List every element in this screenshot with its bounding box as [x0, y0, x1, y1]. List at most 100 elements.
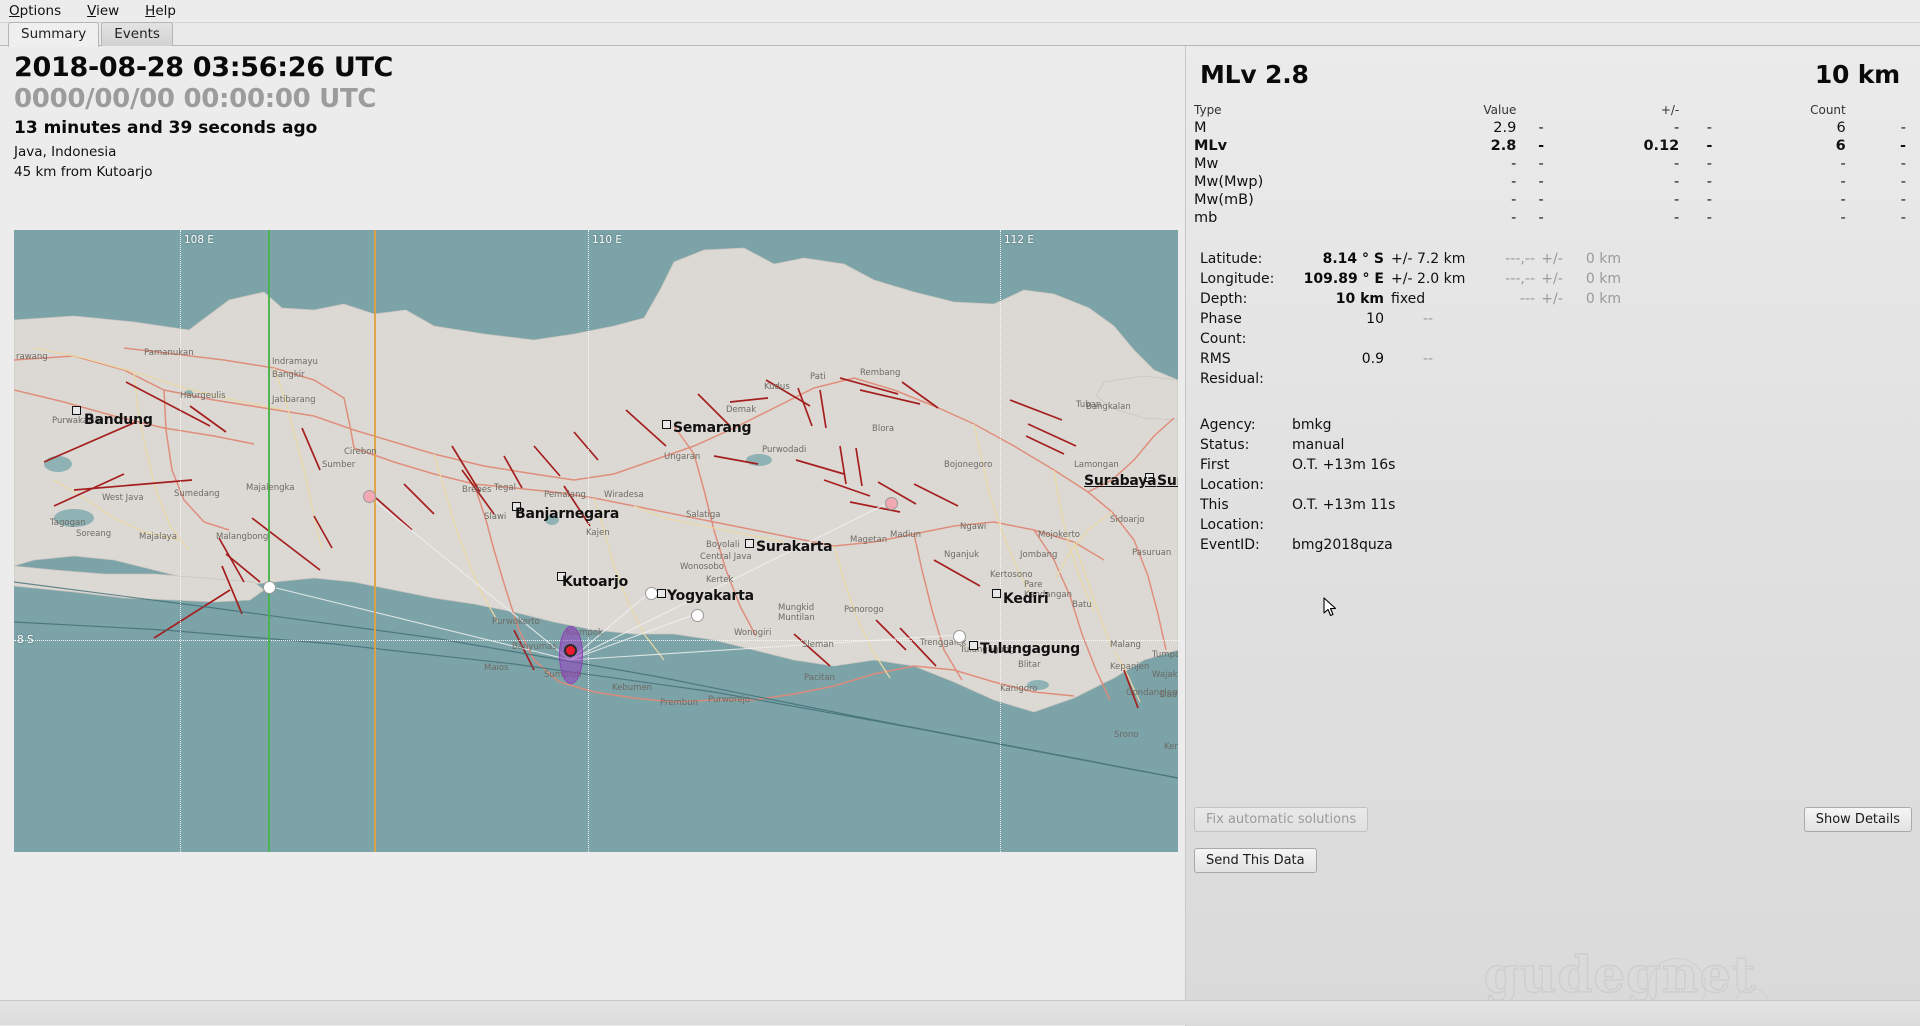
map-town-label: Sumber	[322, 460, 356, 470]
row-rms-residual: RMS Residual: 0.9 --	[1194, 349, 1906, 389]
magnitude-row[interactable]: Mw(mB) - - - - - -	[1194, 191, 1906, 209]
magnitude-row-type: MLv	[1194, 138, 1228, 154]
value-longitude: 109.89 ° E	[1303, 271, 1384, 287]
pm-latitude: +/-	[1541, 251, 1563, 267]
uncertainty-longitude: +/- 2.0 km	[1391, 271, 1466, 287]
map-town-label: Nganjuk	[944, 550, 980, 560]
seiscomp-summary-window: Options View Help Summary Events 2018-08…	[0, 0, 1920, 1026]
label-phase-count: Phase Count:	[1200, 311, 1247, 347]
magnitude-row-count: 6	[1835, 138, 1846, 154]
magnitude-row-type: Mw(mB)	[1194, 192, 1254, 208]
summary-headline: MLv 2.8 10 km	[1194, 60, 1906, 89]
mouse-cursor-icon	[1323, 597, 1337, 617]
extra-phase-count: --	[1422, 311, 1434, 327]
map-town-label: Central Java	[700, 552, 752, 562]
row-event-id: EventID: bmg2018quza	[1194, 535, 1906, 555]
left-pane: 2018-08-28 03:56:26 UTC 0000/00/00 00:00…	[0, 46, 1186, 1026]
map-town-label: Kencong	[1164, 742, 1178, 752]
uncertainty-depth: fixed	[1391, 291, 1426, 307]
station-marker[interactable]	[263, 581, 276, 594]
row-latitude: Latitude: 8.14 ° S +/- 7.2 km ---,-- +/-…	[1194, 249, 1906, 269]
menu-item-options[interactable]: Options	[6, 2, 64, 20]
magnitude-row-dash3: -	[1900, 156, 1906, 172]
map-town-label: Purwokerto	[492, 617, 540, 627]
map-town-label: Wonosobo	[680, 562, 724, 572]
extra-longitude: ---,--	[1505, 271, 1535, 287]
magnitude-row[interactable]: mb - - - - - -	[1194, 209, 1906, 227]
tab-bar: Summary Events	[0, 22, 1920, 47]
magnitude-table-body: M 2.9 - - - 6 - MLv 2.8 - 0.12 - 6 - Mw - - - - - - Mw(Mwp) - -…	[1194, 119, 1906, 227]
map-town-label: Sleman	[802, 640, 834, 650]
magnitude-row-value: -	[1511, 210, 1517, 226]
map-town-label: Malangbong	[216, 532, 269, 542]
epicenter-marker[interactable]	[564, 644, 577, 657]
tab-summary[interactable]: Summary	[8, 22, 100, 47]
col-header-value: Value	[1483, 103, 1517, 117]
km-longitude: 0 km	[1585, 271, 1621, 287]
fix-automatic-solutions-button[interactable]: Fix automatic solutions	[1194, 807, 1369, 832]
row-first-location: First Location: O.T. +13m 16s	[1194, 455, 1906, 495]
magnitude-row-type: M	[1194, 120, 1207, 136]
magnitude-row-value: -	[1511, 192, 1517, 208]
send-this-data-button[interactable]: Send This Data	[1194, 848, 1317, 873]
extra-rms-residual: --	[1422, 351, 1434, 367]
map-town-label: Haurgeulis	[180, 391, 226, 401]
meridian-green-marker	[268, 230, 270, 852]
secondary-time: 0000/00/00 00:00:00 UTC	[14, 83, 377, 114]
magnitude-row-dash1: -	[1538, 138, 1545, 154]
map-town-label: Maios	[484, 663, 509, 673]
station-marker[interactable]	[953, 630, 966, 643]
magnitude-row-uncertainty: -	[1674, 174, 1680, 190]
menu-item-view[interactable]: View	[84, 2, 122, 20]
tab-events[interactable]: Events	[101, 22, 173, 46]
elapsed-time: 13 minutes and 39 seconds ago	[14, 117, 318, 138]
magnitude-row-uncertainty: -	[1674, 192, 1680, 208]
map-town-label: Soreang	[76, 529, 112, 539]
magnitude-row[interactable]: MLv 2.8 - 0.12 - 6 -	[1194, 137, 1906, 155]
city-marker-yogyakarta	[657, 589, 666, 598]
magnitude-row-dash3: -	[1900, 210, 1906, 226]
city-label-banjarnegara: Banjarnegara	[515, 506, 620, 522]
map-town-label: Salatiga	[686, 510, 721, 520]
label-latitude: Latitude:	[1200, 251, 1263, 267]
magnitude-row-dash2: -	[1706, 210, 1712, 226]
origin-time: 2018-08-28 03:56:26 UTC	[14, 52, 394, 83]
city-label-surakarta: Surakarta	[756, 539, 833, 555]
headline-magnitude: MLv 2.8	[1200, 60, 1309, 89]
city-label-bandung: Bandung	[84, 412, 153, 428]
map-landmass	[14, 247, 1178, 779]
station-marker[interactable]	[885, 497, 898, 510]
map-canvas[interactable]: 108 E 110 E 112 E 8 S rawang Pamanukan Ind…	[14, 230, 1178, 852]
magnitude-row-uncertainty: -	[1674, 210, 1680, 226]
magnitude-row-count: 6	[1836, 120, 1846, 136]
map-town-label: Pare	[1024, 580, 1043, 590]
magnitude-row-dash3: -	[1900, 174, 1906, 190]
value-latitude: 8.14 ° S	[1322, 251, 1384, 267]
nearest-city-distance: 45 km from Kutoarjo	[14, 163, 153, 180]
magnitude-row-dash1: -	[1538, 174, 1544, 190]
map-town-label: Cirebon	[344, 447, 377, 457]
map-town-label: West Java	[102, 493, 144, 503]
label-rms-residual: RMS Residual:	[1200, 351, 1264, 387]
station-marker[interactable]	[691, 609, 704, 622]
show-details-button[interactable]: Show Details	[1803, 807, 1912, 832]
magnitude-row[interactable]: Mw - - - - - -	[1194, 155, 1906, 173]
menu-item-help[interactable]: Help	[142, 2, 179, 20]
magnitude-row-dash1: -	[1538, 210, 1544, 226]
map-town-label: Gondanglegi	[1126, 688, 1178, 698]
col-header-type: Type	[1194, 103, 1222, 117]
magnitude-row[interactable]: M 2.9 - - - 6 -	[1194, 119, 1906, 137]
value-agency: bmkg	[1292, 417, 1332, 433]
uncertainty-latitude: +/- 7.2 km	[1391, 251, 1466, 267]
station-marker[interactable]	[363, 490, 376, 503]
map-town-label: Pamanukan	[144, 348, 194, 358]
map-town-label: Pemalang	[544, 490, 586, 500]
magnitude-row[interactable]: Mw(Mwp) - - - - - -	[1194, 173, 1906, 191]
map-town-label: Ungaran	[664, 452, 701, 462]
km-depth: 0 km	[1585, 291, 1621, 307]
label-status: Status:	[1200, 437, 1250, 453]
map-town-label: Wiradesa	[604, 490, 644, 500]
magnitude-row-dash2: -	[1706, 174, 1712, 190]
right-pane: MLv 2.8 10 km Type Value +/- Count M 2.9…	[1186, 46, 1920, 1026]
city-marker-semarang	[662, 420, 671, 429]
